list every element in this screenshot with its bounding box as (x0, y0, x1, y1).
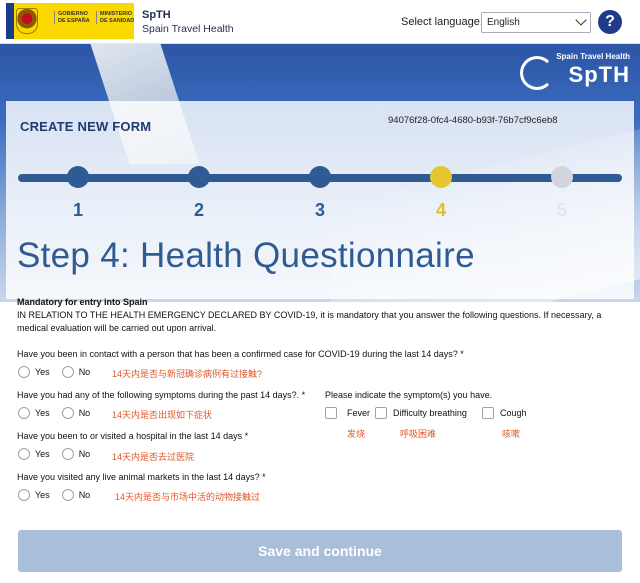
radio-icon[interactable] (61, 489, 74, 501)
coat-of-arms-icon (16, 8, 38, 34)
radio-icon[interactable] (18, 407, 30, 419)
symptom-fever[interactable]: Fever (325, 407, 370, 419)
save-and-continue-button[interactable]: Save and continue (18, 530, 622, 572)
question-1-label: Have you been in contact with a person t… (17, 349, 464, 359)
question-2-label: Have you had any of the following sympto… (17, 390, 306, 400)
q4-yes-label: Yes (35, 490, 50, 500)
q1-no-option[interactable]: No (61, 366, 91, 378)
language-label: Select language: (401, 16, 483, 28)
step-node-4[interactable] (430, 166, 452, 188)
question-1-chinese: 14天内是否与新冠确诊病例有过接触? (112, 369, 263, 379)
q2-yes-option[interactable]: Yes (18, 407, 50, 419)
q3-no-label: No (78, 449, 91, 459)
q2-no-option[interactable]: No (61, 407, 91, 419)
eu-flag-icon (6, 3, 14, 39)
question-4-options: Yes No (18, 488, 102, 502)
q4-no-option[interactable]: No (61, 489, 91, 501)
spth-logo: Spain Travel Health SpTH (518, 50, 634, 100)
radio-icon[interactable] (61, 366, 74, 378)
q3-yes-label: Yes (35, 449, 50, 459)
q1-yes-option[interactable]: Yes (18, 366, 50, 378)
chevron-down-icon (575, 14, 587, 26)
symptom-fever-chinese: 发烧 (347, 429, 366, 439)
step-number-4: 4 (435, 200, 446, 220)
radio-icon[interactable] (18, 489, 30, 501)
q3-no-option[interactable]: No (61, 448, 91, 460)
language-select[interactable]: English (481, 12, 591, 33)
q1-no-label: No (78, 367, 91, 377)
step-node-5 (551, 166, 573, 188)
step-number-2: 2 (193, 200, 204, 220)
symptom-cough-chinese: 咳嗽 (502, 429, 521, 439)
question-1-options: Yes No (18, 365, 102, 379)
globe-icon (520, 56, 554, 90)
question-2-options: Yes No (18, 406, 102, 420)
radio-icon[interactable] (61, 448, 74, 460)
radio-icon[interactable] (18, 448, 30, 460)
question-3-chinese: 14天内是否去过医院 (112, 452, 195, 462)
checkbox-icon[interactable] (375, 407, 387, 419)
intro-text: IN RELATION TO THE HEALTH EMERGENCY DECL… (17, 310, 602, 333)
brand-subtitle: Spain Travel Health (142, 23, 234, 35)
question-2-chinese: 14天内是否出现如下症状 (112, 410, 213, 420)
government-logo[interactable]: GOBIERNO DE ESPAÑA MINISTERIO DE SANIDAD (6, 3, 134, 39)
symptom-difficulty-breathing[interactable]: Difficulty breathing (375, 407, 467, 419)
q2-yes-label: Yes (35, 408, 50, 418)
language-value: English (487, 17, 520, 28)
gov-text-2: MINISTERIO DE SANIDAD (96, 11, 136, 24)
question-4-chinese: 14天内是否与市场中活的动物接触过 (115, 492, 261, 502)
q4-yes-option[interactable]: Yes (18, 489, 50, 501)
q3-yes-option[interactable]: Yes (18, 448, 50, 460)
logo-big-text: SpTH (568, 62, 630, 87)
step-number-5: 5 (556, 200, 567, 220)
symptom-cough-label: Cough (500, 408, 527, 418)
top-header: GOBIERNO DE ESPAÑA MINISTERIO DE SANIDAD… (0, 0, 640, 44)
radio-icon[interactable] (61, 407, 74, 419)
symptom-cough[interactable]: Cough (482, 407, 527, 419)
step-number-1: 1 (72, 200, 83, 220)
checkbox-icon[interactable] (325, 407, 337, 419)
gov-text-1: GOBIERNO DE ESPAÑA (54, 11, 94, 24)
q4-no-label: No (78, 490, 91, 500)
q2-no-label: No (78, 408, 91, 418)
mandatory-heading: Mandatory for entry into Spain (17, 297, 148, 307)
form-id: 94076f28-0fc4-4680-b93f-76b7cf9c6eb8 (388, 115, 558, 126)
q1-yes-label: Yes (35, 367, 50, 377)
create-form-title: CREATE NEW FORM (20, 119, 152, 134)
symptoms-prompt: Please indicate the symptom(s) you have. (325, 390, 493, 400)
step-title: Step 4: Health Questionnaire (17, 236, 475, 275)
step-node-3[interactable] (309, 166, 331, 188)
step-node-1[interactable] (67, 166, 89, 188)
brand[interactable]: SpTH Spain Travel Health (142, 9, 234, 35)
symptom-breathing-chinese: 呼吸困难 (400, 429, 437, 439)
symptom-breathing-label: Difficulty breathing (393, 408, 467, 418)
logo-small-text: Spain Travel Health (556, 52, 630, 61)
question-3-label: Have you been to or visited a hospital i… (17, 431, 249, 441)
brand-name: SpTH (142, 9, 171, 21)
step-number-3: 3 (314, 200, 325, 220)
help-button[interactable]: ? (598, 10, 622, 34)
question-3-options: Yes No (18, 447, 102, 461)
step-node-2[interactable] (188, 166, 210, 188)
radio-icon[interactable] (18, 366, 30, 378)
symptom-fever-label: Fever (347, 408, 371, 418)
checkbox-icon[interactable] (482, 407, 494, 419)
question-4-label: Have you visited any live animal markets… (17, 472, 266, 482)
